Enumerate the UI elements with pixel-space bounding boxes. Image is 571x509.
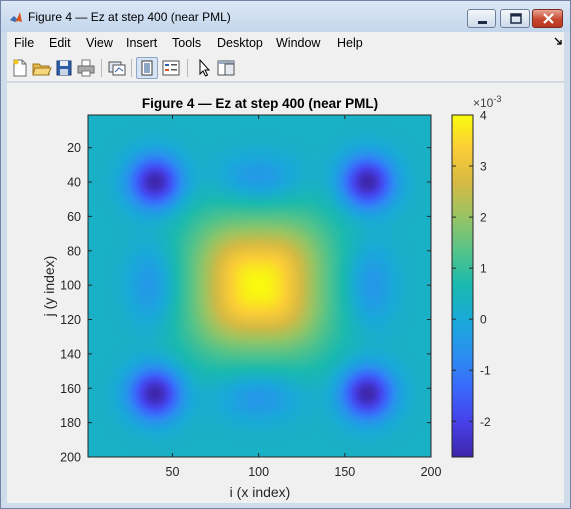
x-tick-label: 150	[334, 465, 355, 479]
colorbar-tick-label: 1	[480, 262, 487, 276]
colorbar-tick-label: 0	[480, 313, 487, 327]
figure-window: Figure 4 — Ez at step 400 (near PML) Fil…	[0, 0, 571, 509]
print-icon	[77, 59, 95, 77]
toolbar-separator	[101, 59, 102, 77]
minimize-button[interactable]	[467, 9, 496, 28]
window-title: Figure 4 — Ez at step 400 (near PML)	[28, 10, 231, 24]
select-arrow-button[interactable]	[193, 57, 215, 79]
colorbar-tick-label: 2	[480, 211, 487, 225]
insert-legend-icon	[162, 60, 180, 76]
menu-view[interactable]: View	[86, 36, 113, 50]
y-axis-label: j (y index)	[41, 256, 57, 318]
maximize-icon	[510, 13, 522, 24]
menu-tools[interactable]: Tools	[172, 36, 201, 50]
x-tick-label: 50	[166, 465, 180, 479]
colorbar-tick-label: -1	[480, 364, 491, 378]
plot-title: Figure 4 — Ez at step 400 (near PML)	[142, 96, 378, 111]
x-tick-label: 100	[248, 465, 269, 479]
print-button[interactable]	[75, 57, 97, 79]
dock-arrow-icon[interactable]	[554, 37, 562, 47]
toolbar-separator	[131, 59, 132, 77]
menu-window[interactable]: Window	[276, 36, 320, 50]
menu-insert[interactable]: Insert	[126, 36, 157, 50]
colorbar-tick-label: 4	[480, 109, 487, 123]
close-button[interactable]	[532, 9, 563, 28]
menu-help[interactable]: Help	[337, 36, 363, 50]
open-file-button[interactable]	[31, 57, 53, 79]
maximize-button[interactable]	[500, 9, 530, 28]
title-bar[interactable]: Figure 4 — Ez at step 400 (near PML)	[1, 1, 570, 32]
y-tick-label: 40	[67, 176, 81, 190]
save-button[interactable]	[53, 57, 75, 79]
y-tick-label: 140	[60, 347, 81, 361]
figure-canvas[interactable]: Figure 4 — Ez at step 400 (near PML) 50 1…	[7, 83, 564, 503]
menu-edit[interactable]: Edit	[49, 36, 71, 50]
link-plot-icon	[108, 61, 126, 76]
y-tick-label: 60	[67, 210, 81, 224]
insert-legend-button[interactable]	[160, 57, 182, 79]
dock-toggle-icon	[141, 60, 153, 76]
toolbar-separator	[187, 59, 188, 77]
y-tick-label: 100	[60, 279, 81, 293]
heatmap-plot: Figure 4 — Ez at step 400 (near PML) 50 1…	[41, 94, 501, 500]
x-tick-label: 200	[421, 465, 442, 479]
property-inspector-icon	[217, 60, 235, 76]
y-tick-label: 200	[60, 451, 81, 465]
menu-desktop[interactable]: Desktop	[217, 36, 263, 50]
new-figure-button[interactable]	[9, 57, 31, 79]
heatmap-raster	[88, 115, 431, 457]
y-tick-label: 160	[60, 382, 81, 396]
y-tick-label: 120	[60, 313, 81, 327]
menu-bar: File Edit View Insert Tools Desktop Wind…	[7, 32, 564, 54]
open-file-icon	[32, 63, 52, 76]
x-axis-label: i (x index)	[230, 484, 291, 500]
colorbar-tick-label: 3	[480, 160, 487, 174]
colorbar-multiplier: ×10-3	[473, 94, 501, 110]
y-tick-label: 20	[67, 141, 81, 155]
figure-toolbar	[7, 54, 564, 82]
select-arrow-icon	[199, 58, 211, 77]
close-icon	[543, 13, 554, 24]
dock-toggle-button[interactable]	[136, 57, 158, 79]
link-plot-button[interactable]	[106, 57, 128, 79]
property-inspector-button[interactable]	[215, 57, 237, 79]
matlab-logo-icon	[10, 12, 22, 22]
heatmap-image	[88, 115, 431, 457]
new-figure-icon	[13, 59, 27, 77]
y-tick-label: 180	[60, 416, 81, 430]
y-tick-label: 80	[67, 244, 81, 258]
minimize-icon	[478, 21, 487, 24]
menu-file[interactable]: File	[14, 36, 34, 50]
save-icon	[56, 60, 72, 76]
colorbar-tick-label: -2	[480, 415, 491, 429]
